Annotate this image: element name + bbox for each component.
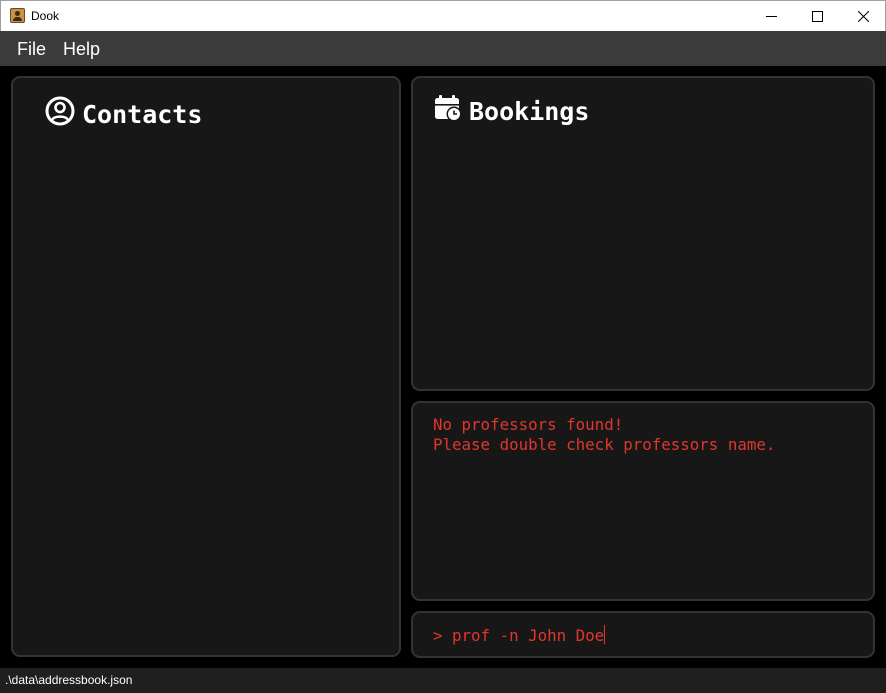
- close-button[interactable]: [841, 1, 886, 32]
- bookings-panel[interactable]: Bookings: [411, 76, 875, 391]
- bookings-title: Bookings: [469, 96, 590, 126]
- status-bar: .\data\addressbook.json: [0, 668, 886, 693]
- command-box[interactable]: > prof -n John Doe: [411, 611, 875, 658]
- menu-bar: File Help: [0, 31, 886, 66]
- calendar-clock-icon: [434, 94, 462, 128]
- contacts-panel[interactable]: Contacts: [11, 76, 401, 657]
- main-area: Contacts Bookings No professors found! P…: [0, 66, 886, 668]
- close-icon: [858, 11, 869, 22]
- maximize-button[interactable]: [795, 1, 841, 32]
- user-circle-icon: [45, 96, 75, 132]
- command-input[interactable]: > prof -n John Doe: [433, 625, 606, 646]
- command-input-value: > prof -n John Doe: [433, 626, 605, 645]
- menu-help[interactable]: Help: [63, 39, 100, 60]
- result-display[interactable]: No professors found! Please double check…: [411, 401, 875, 601]
- bookings-header: Bookings: [434, 94, 589, 128]
- maximize-icon: [812, 11, 823, 22]
- minimize-button[interactable]: [749, 1, 795, 32]
- title-bar: Dook: [0, 0, 886, 31]
- menu-file[interactable]: File: [17, 39, 46, 60]
- window-title: Dook: [31, 9, 60, 23]
- result-message: No professors found! Please double check…: [433, 415, 776, 454]
- text-caret: [604, 625, 606, 644]
- contact-book-icon: [10, 8, 25, 23]
- contacts-header: Contacts: [45, 96, 202, 132]
- status-file-path: .\data\addressbook.json: [5, 673, 133, 687]
- contacts-title: Contacts: [82, 99, 203, 129]
- minimize-icon: [766, 16, 777, 17]
